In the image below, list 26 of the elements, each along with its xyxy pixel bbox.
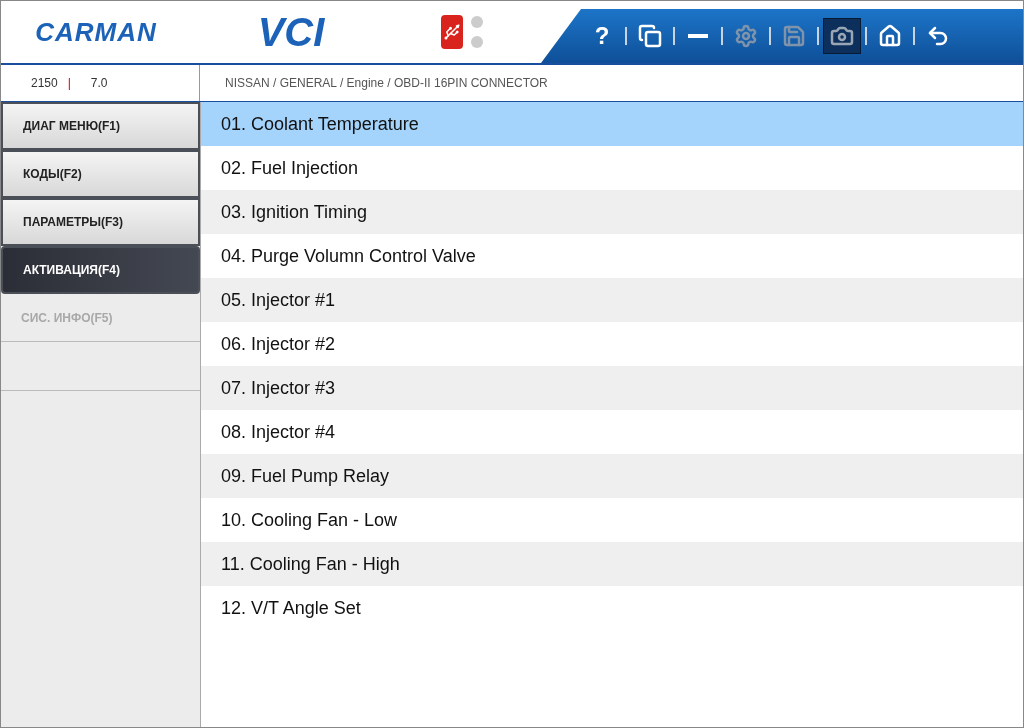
separator: |	[67, 76, 71, 90]
list-item[interactable]: 09. Fuel Pump Relay	[201, 454, 1023, 498]
code-number: 2150	[31, 76, 58, 90]
sidebar-menu-button[interactable]: ПАРАМЕТРЫ(F3)	[1, 198, 200, 246]
sidebar-menu-button[interactable]: АКТИВАЦИЯ(F4)	[1, 246, 200, 294]
settings-icon	[734, 24, 758, 48]
sidebar-menu-button[interactable]: ДИАГ МЕНЮ(F1)	[1, 102, 200, 150]
save-icon	[782, 24, 806, 48]
camera-button[interactable]	[823, 18, 861, 54]
list-item[interactable]: 07. Injector #3	[201, 366, 1023, 410]
minimize-icon	[688, 34, 708, 38]
home-icon	[878, 24, 902, 48]
product-title: VCI	[256, 9, 326, 55]
version-number: 7.0	[90, 76, 108, 90]
sidebar-menu-button[interactable]: КОДЫ(F2)	[1, 150, 200, 198]
list-item[interactable]: 03. Ignition Timing	[201, 190, 1023, 234]
windows-icon	[638, 24, 662, 48]
list-item[interactable]: 11. Cooling Fan - High	[201, 542, 1023, 586]
logo: CARMAN	[34, 16, 158, 48]
help-button[interactable]: ?	[583, 18, 621, 54]
breadcrumb: NISSAN / GENERAL / Engine / OBD-II 16PIN CONNECTOR	[224, 75, 548, 92]
list-item[interactable]: 01. Coolant Temperature	[201, 102, 1023, 146]
camera-icon	[830, 24, 854, 48]
back-arrow-icon	[926, 24, 950, 48]
list-item[interactable]: 05. Injector #1	[201, 278, 1023, 322]
usb-icon	[441, 15, 463, 49]
